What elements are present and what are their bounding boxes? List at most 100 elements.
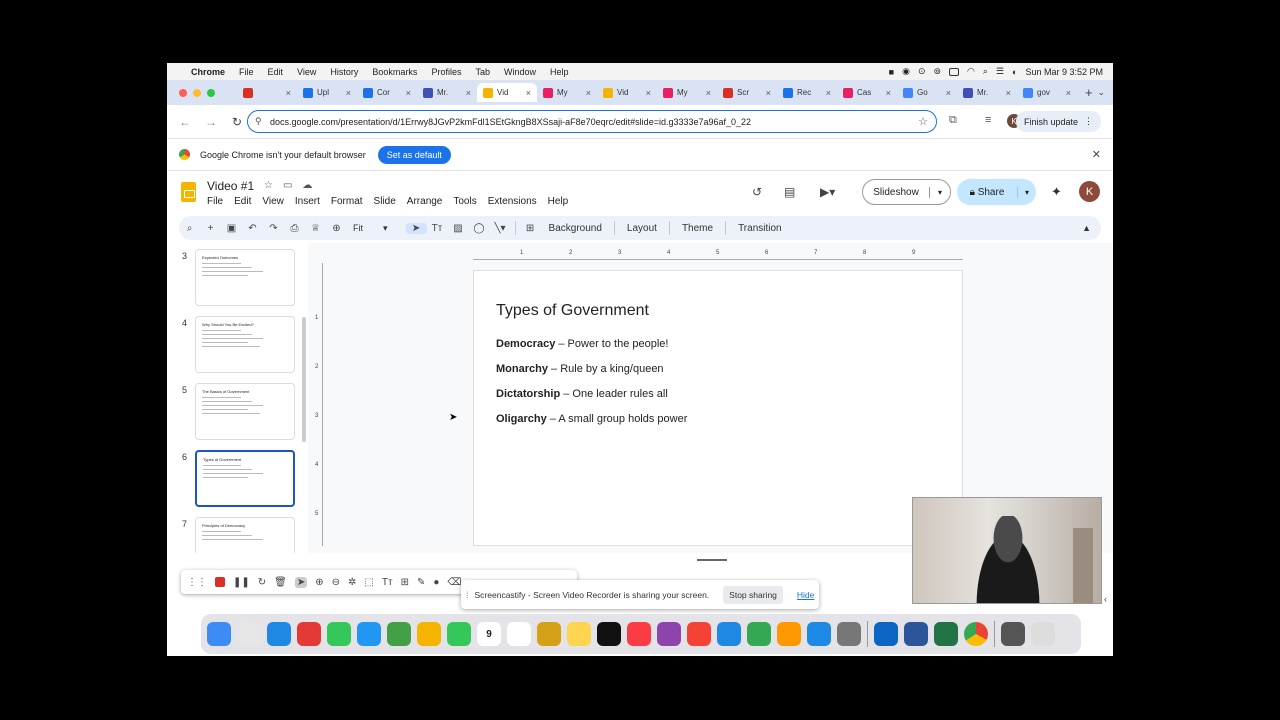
gemini-sparkle-icon[interactable]: ✦ [1051,184,1062,200]
address-bar[interactable]: ⚲ docs.google.com/presentation/d/1Errwy8… [247,110,937,133]
word-icon[interactable] [904,622,928,646]
battery-icon[interactable] [949,67,960,76]
google-slides-logo-icon[interactable] [181,182,196,202]
bookmark-star-icon[interactable]: ☆ [918,115,928,128]
menu-view[interactable]: View [262,196,284,207]
launchpad-icon[interactable] [237,622,261,646]
menubar-view[interactable]: View [297,67,316,77]
grid-tool-icon[interactable]: ⊞ [401,577,409,588]
share-button[interactable]: 🔒︎ Share ▾ [957,179,1036,205]
vertical-ruler[interactable]: 1 2 3 4 5 [315,263,323,546]
select-cursor-icon[interactable]: ➤ [405,222,427,234]
slide-bullet[interactable]: Oligarchy – A small group holds power [496,413,687,425]
pen-tool-icon[interactable]: ✎ [417,577,425,588]
slide-thumbnail[interactable]: Expected Outcomes [195,249,295,306]
facetime-icon[interactable] [447,622,471,646]
close-tab-icon[interactable]: × [646,88,651,98]
browser-tab[interactable]: Mr. × [957,83,1017,102]
browser-tab[interactable]: Cor × [357,83,417,102]
trash-icon[interactable] [1031,622,1055,646]
news-icon[interactable] [687,622,711,646]
back-arrow-icon[interactable]: ← [177,115,193,129]
browser-tab[interactable]: Scr × [717,83,777,102]
stop-sharing-button[interactable]: Stop sharing [723,585,783,604]
drag-handle-icon[interactable]: ⁞ [466,590,469,600]
wifi-icon[interactable]: ◠ [967,66,975,77]
finder-icon[interactable] [207,622,231,646]
menubar-datetime[interactable]: Sun Mar 9 3:52 PM [1025,67,1103,77]
browser-tab[interactable]: × [237,83,297,102]
play-status-icon[interactable]: ⊙ [918,66,926,77]
transition-button[interactable]: Transition [738,223,782,234]
menu-arrange[interactable]: Arrange [407,196,443,207]
minimize-window-button[interactable] [193,88,201,97]
delete-icon[interactable]: 🗑︎ [274,577,287,588]
menu-tools[interactable]: Tools [453,196,476,207]
close-tab-icon[interactable]: × [406,88,411,98]
menubar-window[interactable]: Window [504,67,536,77]
slide-thumbnail[interactable]: Why Should You Be Excited? [195,316,295,373]
browser-tab[interactable]: Rec × [777,83,837,102]
safari-icon[interactable] [267,622,291,646]
menu-slide[interactable]: Slide [374,196,396,207]
close-tab-icon[interactable]: × [706,88,711,98]
color-tool-icon[interactable]: ● [433,577,439,588]
messages-icon[interactable] [327,622,351,646]
horizontal-ruler[interactable]: 1 2 3 4 5 6 7 8 9 [473,250,963,260]
menu-extensions[interactable]: Extensions [488,196,537,207]
close-tab-icon[interactable]: × [766,88,771,98]
menubar-tab[interactable]: Tab [475,67,490,77]
webcam-preview[interactable] [912,497,1102,604]
close-tab-icon[interactable]: × [286,88,291,98]
finish-update-button[interactable]: Finish update ⋮ [1015,111,1101,132]
close-tab-icon[interactable]: × [886,88,891,98]
reading-list-icon[interactable]: ≡ [985,114,991,126]
zoom-icon[interactable]: ⊕ [326,223,347,234]
menu-format[interactable]: Format [331,196,363,207]
background-button[interactable]: Background [549,223,602,234]
shape-icon[interactable]: ◯ [469,223,490,234]
zoom-in-tool-icon[interactable]: ⊕ [315,577,323,588]
menu-insert[interactable]: Insert [295,196,320,207]
undo-icon[interactable]: ↶ [242,223,263,234]
appstore-icon[interactable] [807,622,831,646]
comments-icon[interactable]: ▤ [784,185,795,199]
close-tab-icon[interactable]: × [1006,88,1011,98]
share-dropdown-icon[interactable]: ▾ [1018,188,1036,197]
settings-icon[interactable] [837,622,861,646]
stop-recording-icon[interactable] [215,577,225,587]
browser-tab[interactable]: Vid × [597,83,657,102]
restart-icon[interactable]: ↻ [258,577,266,588]
spotlight-search-icon[interactable]: ⌕ [983,66,988,77]
menubar-file[interactable]: File [239,67,254,77]
layout-button[interactable]: Layout [627,223,657,234]
menu-file[interactable]: File [207,196,223,207]
music-icon[interactable] [627,622,651,646]
slide-thumbnail[interactable]: The Basics of Government [195,383,295,440]
menubar-bookmarks[interactable]: Bookmarks [372,67,417,77]
browser-tab[interactable]: My × [537,83,597,102]
browser-tab[interactable]: Go × [897,83,957,102]
extensions-puzzle-icon[interactable]: ⧉ [949,114,957,127]
pages-icon[interactable] [777,622,801,646]
star-icon[interactable]: ☆ [264,180,273,191]
browser-tab[interactable]: Upl × [297,83,357,102]
browser-tab[interactable]: My × [657,83,717,102]
zoom-window-button[interactable] [207,88,215,97]
screencastify-status-icon[interactable]: ◉ [902,66,910,77]
drag-handle-icon[interactable]: ⋮⋮ [187,577,207,588]
outlook-icon[interactable] [874,622,898,646]
slide-bullet[interactable]: Monarchy – Rule by a king/queen [496,363,664,375]
text-box-icon[interactable]: Tт [427,223,448,234]
slide-title[interactable]: Types of Government [496,302,649,320]
browser-tab[interactable]: Mr. × [417,83,477,102]
reload-icon[interactable]: ↻ [229,115,245,129]
close-tab-icon[interactable]: × [946,88,951,98]
set-as-default-button[interactable]: Set as default [377,145,451,164]
close-tab-icon[interactable]: × [826,88,831,98]
eraser-tool-icon[interactable]: ⌫ [447,577,461,588]
meet-camera-icon[interactable]: ▶▾ [820,185,835,199]
cloud-status-icon[interactable]: ☁ [302,180,312,191]
zoom-out-tool-icon[interactable]: ⊖ [332,577,340,588]
keynote-icon[interactable] [717,622,741,646]
